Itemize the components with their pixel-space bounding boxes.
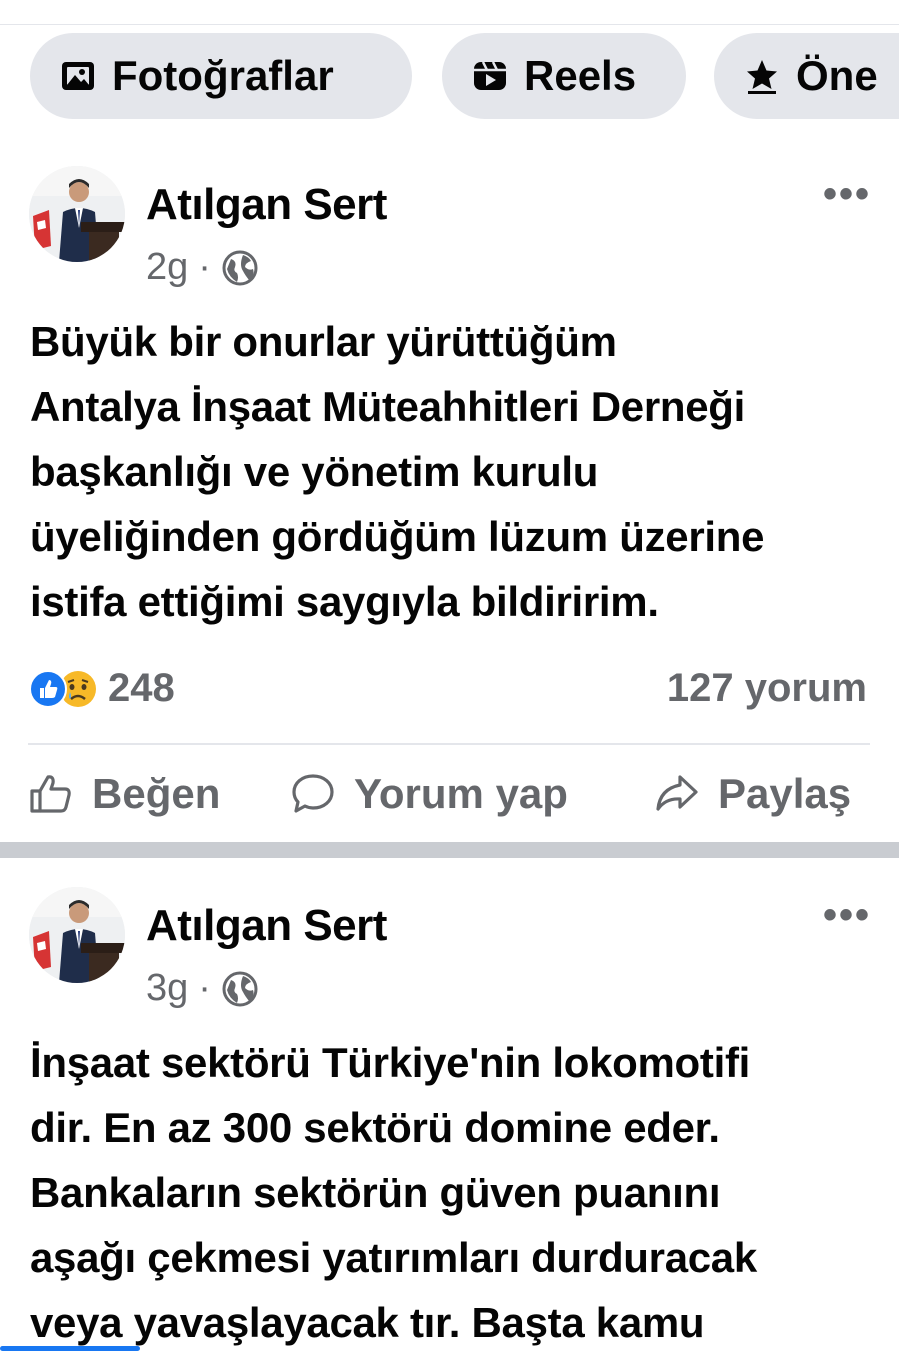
- like-reaction-icon: [29, 669, 67, 708]
- photos-icon: [62, 62, 94, 90]
- tab-reels-label: Reels: [524, 52, 637, 99]
- comment-button[interactable]: Yorum yap: [290, 770, 568, 818]
- post-time[interactable]: 3g: [146, 967, 188, 1010]
- author-name[interactable]: Atılgan Sert: [146, 901, 387, 951]
- scroll-indicator: [0, 1346, 140, 1351]
- post-text-line: Büyük bir onurlar yürüttüğüm: [30, 318, 617, 365]
- comment-icon: [292, 774, 334, 813]
- globe-icon: [222, 250, 258, 285]
- post-separator: [0, 842, 899, 858]
- more-options-button[interactable]: •••: [823, 172, 871, 217]
- meta-separator: ·: [198, 246, 211, 288]
- share-label: Paylaş: [718, 770, 852, 817]
- more-options-button[interactable]: •••: [823, 893, 871, 938]
- tab-photos-label: Fotoğraflar: [112, 52, 334, 99]
- post-meta: 3g ·: [146, 967, 259, 1010]
- tab-featured-label: Öne: [796, 52, 878, 99]
- post-text-line: aşağı çekmesi yatırımları durduracak: [30, 1234, 757, 1281]
- reactions-summary[interactable]: 248: [28, 666, 175, 711]
- tab-photos[interactable]: Fotoğraflar: [30, 33, 412, 119]
- post-text-line: istifa ettiğimi saygıyla bildiririm.: [30, 578, 659, 625]
- comment-label: Yorum yap: [354, 770, 568, 817]
- post-text-line: üyeliğinden gördüğüm lüzum üzerine: [30, 513, 765, 560]
- star-icon: [747, 60, 777, 94]
- post-text-line: İnşaat sektörü Türkiye'nin lokomotifi: [30, 1039, 751, 1086]
- post-text-line: Antalya İnşaat Müteahhitleri Derneği: [30, 383, 746, 430]
- share-button[interactable]: Paylaş: [654, 770, 851, 818]
- author-name[interactable]: Atılgan Sert: [146, 180, 387, 230]
- share-icon: [656, 775, 698, 811]
- post-meta: 2g ·: [146, 246, 259, 289]
- meta-separator: ·: [198, 967, 211, 1009]
- post-text-line: Bankaların sektörün güven puanını: [30, 1169, 721, 1216]
- reels-icon: [474, 61, 506, 90]
- thumbs-up-icon: [30, 775, 71, 813]
- reaction-count: 248: [108, 666, 175, 710]
- tab-featured[interactable]: Öne: [714, 33, 899, 119]
- top-divider: [0, 24, 899, 25]
- post-text-line: dir. En az 300 sektörü domine eder.: [30, 1104, 720, 1151]
- avatar[interactable]: [29, 887, 125, 983]
- post-text: Büyük bir onurlar yürüttüğüm Antalya İnş…: [30, 309, 880, 634]
- tab-reels[interactable]: Reels: [442, 33, 686, 119]
- post-divider: [28, 743, 870, 745]
- post-time[interactable]: 2g: [146, 246, 188, 289]
- profile-tabs: Fotoğraflar Reels Öne: [0, 33, 899, 119]
- post-text-line: veya yavaşlayacak tır. Başta kamu: [30, 1299, 705, 1346]
- globe-icon: [222, 971, 258, 1006]
- post-text: İnşaat sektörü Türkiye'nin lokomotifi di…: [30, 1030, 880, 1355]
- avatar[interactable]: [29, 166, 125, 262]
- comment-count[interactable]: 127 yorum: [667, 666, 867, 711]
- like-label: Beğen: [92, 770, 221, 817]
- like-button[interactable]: Beğen: [28, 770, 220, 818]
- post-text-line: başkanlığı ve yönetim kurulu: [30, 448, 599, 495]
